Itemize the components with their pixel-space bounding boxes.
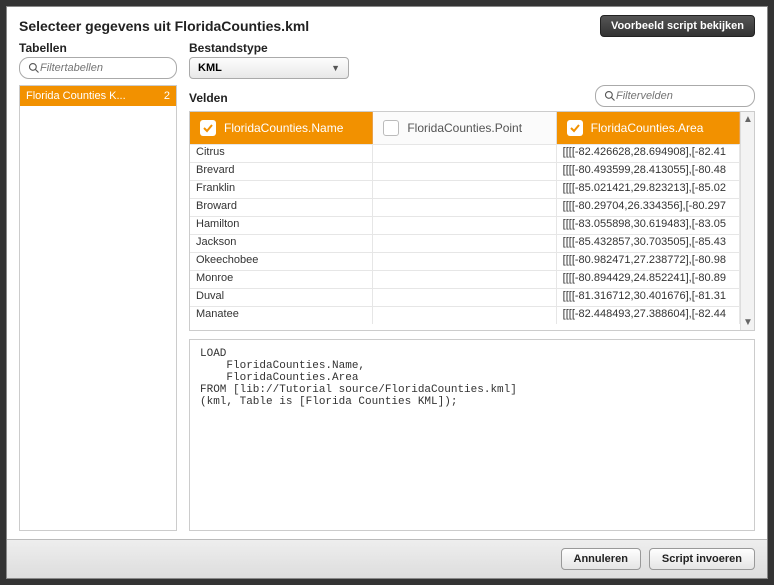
insert-script-button[interactable]: Script invoeren (649, 548, 755, 570)
table-cell: Hamilton (190, 217, 373, 234)
table-cell: Manatee (190, 307, 373, 324)
table-cell (373, 307, 556, 324)
field-col-label: FloridaCounties.Point (407, 121, 522, 135)
table-row[interactable]: Manatee [[[[-82.448493,27.388604],[-82.44 (190, 306, 740, 324)
table-cell: Jackson (190, 235, 373, 252)
sidebar-item-table[interactable]: Florida Counties K... 2 (20, 86, 176, 106)
dialog-body: Florida Counties K... 2 Velden (7, 79, 767, 539)
checkbox-checked-icon[interactable] (200, 120, 216, 136)
filter-fields-search[interactable] (595, 85, 755, 107)
field-col-label: FloridaCounties.Area (591, 121, 704, 135)
filetype-value: KML (198, 62, 222, 74)
table-cell: [[[[-82.426628,28.694908],[-82.41 (557, 145, 740, 162)
table-row[interactable]: Brevard [[[[-80.493599,28.413055],[-80.48 (190, 162, 740, 180)
table-row[interactable]: Citrus [[[[-82.426628,28.694908],[-82.41 (190, 144, 740, 162)
sidebar-item-label: Florida Counties K... (26, 90, 126, 102)
field-col-point[interactable]: FloridaCounties.Point (373, 112, 556, 144)
table-cell: Okeechobee (190, 253, 373, 270)
dialog-header: Selecteer gegevens uit FloridaCounties.k… (7, 7, 767, 41)
filter-tables-input[interactable] (40, 62, 168, 74)
filter-row: Tabellen Bestandstype KML ▼ (7, 41, 767, 79)
table-cell (373, 145, 556, 162)
scroll-down-icon[interactable]: ▼ (743, 317, 753, 328)
main-panel: Velden FloridaCounties.Na (189, 85, 755, 531)
table-row[interactable]: Franklin [[[[-85.021421,29.823213],[-85.0… (190, 180, 740, 198)
tables-sidebar: Florida Counties K... 2 (19, 85, 177, 531)
table-row[interactable]: Hamilton [[[[-83.055898,30.619483],[-83.0… (190, 216, 740, 234)
table-cell: [[[[-80.894429,24.852241],[-80.89 (557, 271, 740, 288)
search-icon (28, 62, 40, 74)
table-cell: [[[[-85.021421,29.823213],[-85.02 (557, 181, 740, 198)
fields-label: Velden (189, 91, 228, 105)
preview-script-button[interactable]: Voorbeeld script bekijken (600, 15, 755, 37)
script-preview[interactable]: LOAD FloridaCounties.Name, FloridaCounti… (189, 339, 755, 531)
cancel-button[interactable]: Annuleren (561, 548, 641, 570)
filter-fields-input[interactable] (616, 90, 746, 102)
fields-table-head: FloridaCounties.Name FloridaCounties.Poi… (190, 112, 740, 144)
table-cell (373, 289, 556, 306)
fields-header-row: Velden (189, 85, 755, 107)
table-row[interactable]: Monroe [[[[-80.894429,24.852241],[-80.89 (190, 270, 740, 288)
filetype-col: Bestandstype KML ▼ (189, 41, 349, 79)
scroll-up-icon[interactable]: ▲ (743, 114, 753, 125)
table-cell: Franklin (190, 181, 373, 198)
tables-label: Tabellen (19, 41, 177, 55)
dialog-footer: Annuleren Script invoeren (7, 539, 767, 578)
table-cell: [[[[-80.493599,28.413055],[-80.48 (557, 163, 740, 180)
table-cell (373, 253, 556, 270)
table-cell: [[[[-81.316712,30.401676],[-81.31 (557, 289, 740, 306)
vertical-scrollbar[interactable]: ▲ ▼ (740, 112, 754, 330)
tables-col: Tabellen (19, 41, 177, 79)
table-cell (373, 217, 556, 234)
table-cell (373, 235, 556, 252)
table-row[interactable]: Jackson [[[[-85.432857,30.703505],[-85.43 (190, 234, 740, 252)
checkbox-unchecked-icon[interactable] (383, 120, 399, 136)
table-cell (373, 163, 556, 180)
table-row[interactable]: Okeechobee [[[[-80.982471,27.238772],[-80… (190, 252, 740, 270)
table-cell: [[[[-82.448493,27.388604],[-82.44 (557, 307, 740, 324)
checkbox-checked-icon[interactable] (567, 120, 583, 136)
table-cell: Monroe (190, 271, 373, 288)
table-cell: [[[[-83.055898,30.619483],[-83.05 (557, 217, 740, 234)
sidebar-item-count: 2 (164, 90, 170, 102)
field-col-name[interactable]: FloridaCounties.Name (190, 112, 373, 144)
table-cell: Duval (190, 289, 373, 306)
table-cell: Broward (190, 199, 373, 216)
table-cell (373, 199, 556, 216)
table-cell: Citrus (190, 145, 373, 162)
table-cell (373, 271, 556, 288)
table-cell (373, 181, 556, 198)
dialog: Selecteer gegevens uit FloridaCounties.k… (6, 6, 768, 579)
fields-table-inner: FloridaCounties.Name FloridaCounties.Poi… (190, 112, 740, 330)
search-icon (604, 90, 616, 102)
filetype-label: Bestandstype (189, 41, 349, 55)
field-col-area[interactable]: FloridaCounties.Area (557, 112, 740, 144)
fields-table: FloridaCounties.Name FloridaCounties.Poi… (189, 111, 755, 331)
filter-tables-search[interactable] (19, 57, 177, 79)
filetype-select[interactable]: KML ▼ (189, 57, 349, 79)
field-col-label: FloridaCounties.Name (224, 121, 343, 135)
chevron-down-icon: ▼ (331, 63, 340, 73)
table-row[interactable]: Broward [[[[-80.29704,26.334356],[-80.297 (190, 198, 740, 216)
table-cell: [[[[-85.432857,30.703505],[-85.43 (557, 235, 740, 252)
table-row[interactable]: Duval [[[[-81.316712,30.401676],[-81.31 (190, 288, 740, 306)
table-cell: [[[[-80.29704,26.334356],[-80.297 (557, 199, 740, 216)
table-cell: [[[[-80.982471,27.238772],[-80.98 (557, 253, 740, 270)
table-cell: Brevard (190, 163, 373, 180)
dialog-title: Selecteer gegevens uit FloridaCounties.k… (19, 18, 309, 34)
fields-table-body: Citrus[[[[-82.426628,28.694908],[-82.41B… (190, 144, 740, 324)
